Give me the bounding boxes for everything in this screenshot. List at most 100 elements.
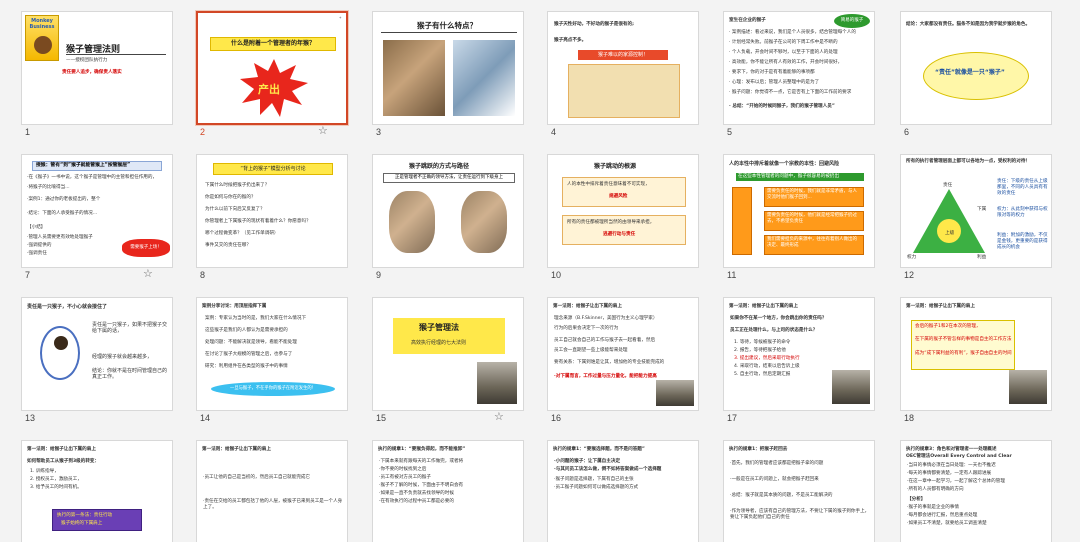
label-subordinate: 下属 xyxy=(977,207,987,212)
slide-line: · 计划经常失败。前猴子在公司的下周工作中是不断的 xyxy=(729,40,838,45)
slide-cell-19[interactable]: 第一法则：给猴子让出下属的肩上 如何帮助员工从猴子到3级的转变： 1. 训练指导… xyxy=(21,429,173,542)
slide-cell-23[interactable]: 执行的规章1：把猴子赶回去 ·首先，我们的管理者应该都是把猴子拿的问题 ·一般是… xyxy=(723,429,875,542)
slide-line: · 案例描述：看过来说，我们是个人员很多，结合管理每个人的 xyxy=(729,30,856,35)
slide-number: 7 xyxy=(25,270,31,280)
slide-number: 15 xyxy=(376,413,387,423)
question-box: 什么是附着一个管理者的年猴？ xyxy=(210,37,336,51)
badge: 简易的猴子 xyxy=(834,14,870,28)
slide-thumbnail-15[interactable]: 猴子管理法 高效执行经理的七大法则 xyxy=(372,297,524,411)
slide-thumbnail-10[interactable]: 猴子跳动的根源 人的本性中排斥着责任意味着不可实现， 规避风险 所有的责任都被理… xyxy=(547,154,699,268)
slide-thumbnail-5[interactable]: 室生在企业的猴子 简易的猴子 · 案例描述：看过来说，我们是个人员很多，结合管理… xyxy=(723,11,875,125)
slide-thumbnail-9[interactable]: 猴子跳跃的方式与路径 正是管理者不正确的领导方法，让责任运行到下级身上 xyxy=(372,154,524,268)
slide-number: 5 xyxy=(727,127,733,137)
slide-cell-8[interactable]: “背上的猴子”模型分析与讨论 下属什么时候把猴子扔出来了？ 你是如何与你在的猴的… xyxy=(196,143,348,283)
slide-cell-15[interactable]: 猴子管理法 高效执行经理的七大法则 15 ☆ xyxy=(372,286,524,426)
slide-line: ·案例1：通过你的老板提出的，整个 xyxy=(27,197,101,202)
side-text-2: 权力：从此刻中获得与权限对等的权力 xyxy=(997,207,1048,219)
output-label: 产出 xyxy=(258,83,280,96)
slide-number: 3 xyxy=(376,127,382,137)
slide-thumbnail-8[interactable]: “背上的猴子”模型分析与讨论 下属什么时候把猴子扔出来了？ 你是如何与你在的猴的… xyxy=(196,154,348,268)
slide-line: · 要求下，你的对于是有有着能够的事项都 xyxy=(729,70,815,75)
slide-thumbnail-23[interactable]: 执行的规章1：把猴子赶回去 ·首先，我们的管理者应该都是把猴子拿的问题 ·一般是… xyxy=(723,440,875,542)
label-benefit: 利益 xyxy=(977,255,987,260)
slide-cell-24[interactable]: 执行的规章3：角色和对管理者一一处理概述 OEC管理法Overall Every… xyxy=(900,429,1052,542)
slide-thumbnail-21[interactable]: 执行的规章1：“要猴负得起，而不能推卸” ·下属本来就有跟每天的工作做完，或者将… xyxy=(372,440,524,542)
slide-thumbnail-1[interactable]: Monkey Business 猴子管理法则 ——授权团队执行力 责任要人追步，… xyxy=(21,11,173,125)
slide-cell-1[interactable]: Monkey Business 猴子管理法则 ——授权团队执行力 责任要人追步，… xyxy=(21,0,173,140)
slide-thumbnail-16[interactable]: 第一法则：给猴子让出下属的肩上 理念来源（B.F.Skinner，美国行为主义心… xyxy=(547,297,699,411)
presenter-photo xyxy=(832,370,870,404)
slide-subtitle: 高效执行经理的七大法则 xyxy=(411,340,467,346)
slide-cell-22[interactable]: 执行的规章1：“要猴选择题，而不是问答题” ·小问题的猴子：让下属自主决定 ·与… xyxy=(547,429,699,542)
slide-cell-10[interactable]: 猴子跳动的根源 人的本性中排斥着责任意味着不可实现， 规避风险 所有的责任都被理… xyxy=(547,143,699,283)
star-icon[interactable]: ☆ xyxy=(318,124,328,137)
slide-thumbnail-2[interactable]: ✦ 什么是附着一个管理者的年猴？ 产出 xyxy=(196,11,348,125)
slide-thumbnail-4[interactable]: 猴子天性好动，不好动的猴子是很有的; 猴子亮点不多。 猴子难以的家源控制！ xyxy=(547,11,699,125)
list-item: 你管理者上下属猴子的现状有着着什么？你愿意吗？ xyxy=(205,219,311,224)
slide-title: 第一法则：给猴子让出下属的肩上 xyxy=(202,447,271,452)
slide-line-highlight: ·对下属而言，工作过量与压力量化，能把能力提高 xyxy=(554,374,657,379)
slide-thumbnail-12[interactable]: 所有的执行者管理层面上都可以各地为一点，受权利的对待！ 责任 下属 上级 权力 … xyxy=(900,154,1052,268)
slide-cell-7[interactable]: 授猴：管有“到”猴子就能管猴上“按管猴层” ·在《猴子》一书中说，这个猴子是管理… xyxy=(21,143,173,283)
slide-thumbnail-7[interactable]: 授猴：管有“到”猴子就能管猴上“按管猴层” ·在《猴子》一书中说，这个猴子是管理… xyxy=(21,154,173,268)
monkey-diagram-1 xyxy=(389,191,435,253)
slide-thumbnail-6[interactable]: 结论：大家都没有责任。猫条不如是因为我学就步猴的角色。 “责任”就像是一只“猴子… xyxy=(900,11,1052,125)
slide-number: 4 xyxy=(551,127,557,137)
slide-title: 执行的规章1：把猴子赶回去 xyxy=(729,447,788,452)
slide-thumbnail-19[interactable]: 第一法则：给猴子让出下属的肩上 如何帮助员工从猴子到3级的转变： 1. 训练指导… xyxy=(21,440,173,542)
slide-line: ·如果是一直不负责就去找领导的时候 xyxy=(379,491,454,496)
slide-cell-16[interactable]: 第一法则：给猴子让出下属的肩上 理念来源（B.F.Skinner，美国行为主义心… xyxy=(547,286,699,426)
star-icon[interactable]: ☆ xyxy=(494,410,504,423)
slide-line: 处理问题：不能解决就是领导，看能不能处理 xyxy=(205,340,297,345)
slide-cell-3[interactable]: 猴子有什么特点？ 3 xyxy=(372,0,524,140)
list-item: 3. 给予员工的时间有机。 xyxy=(30,485,82,490)
side-text-1: 责任：下级的责任从上级那里，不同的人员具有有效的责任 xyxy=(997,179,1048,197)
slide-number: 13 xyxy=(25,413,36,423)
slide-cell-14[interactable]: 案例分享讨论：用顶层指挥下属 案例：专家认为当时的是，我们大家在什么情况下 这些… xyxy=(196,286,348,426)
slide-cell-20[interactable]: 第一法则：给猴子让出下属的肩上 ·员工让他的自己是当初的，然后员工自己就能完成它… xyxy=(196,429,348,542)
list-item: 下属什么时候把猴子扔出来了？ xyxy=(205,183,270,188)
slide-number: 11 xyxy=(727,270,737,280)
slide-thumbnail-11[interactable]: 人的本性中排斥着就像一个宗教的本性：回避风险 在这些本性管理者的问题中，猴子很容… xyxy=(723,154,875,268)
slide-line: 员工正在处理什么，与上司的状态是什么？ xyxy=(730,328,818,333)
box-highlight: 规避风险 xyxy=(609,194,628,199)
slide-thumbnail-14[interactable]: 案例分享讨论：用顶层指挥下属 案例：专家认为当时的是，我们大家在什么情况下 这些… xyxy=(196,297,348,411)
slide-thumbnail-3[interactable]: 猴子有什么特点？ xyxy=(372,11,524,125)
slide-cell-4[interactable]: 猴子天性好动，不好动的猴子是很有的; 猴子亮点不多。 猴子难以的家源控制！ 4 xyxy=(547,0,699,140)
star-icon[interactable]: ☆ xyxy=(143,267,153,280)
slide-number: 6 xyxy=(904,127,910,137)
slide-cell-2[interactable]: ✦ 什么是附着一个管理者的年猴？ 产出 2 ☆ xyxy=(196,0,348,140)
slide-title: 第一法则：给猴子让出下属的肩上 xyxy=(906,304,975,309)
slide-line: 【小结】 xyxy=(27,225,46,230)
slide-line: 要有关系：下属到谁是让其，增加他的专业技能完成的 xyxy=(554,360,665,365)
slide-title: 猴子管理法 xyxy=(419,323,459,332)
slide-line: 如果你不在某一个地方，你会跳出你的责任吗？ xyxy=(730,316,827,321)
box-highlight: 逃避行动与责任 xyxy=(603,232,636,237)
title-panel: 猴子管理法 高效执行经理的七大法则 xyxy=(393,318,505,354)
slide-cell-13[interactable]: 责任是一只猴子，不小心就会接住了 责任是一只猴子，如果不把猴子交给下属的话， 经… xyxy=(21,286,173,426)
slide-thumbnail-22[interactable]: 执行的规章1：“要猴选择题，而不是问答题” ·小问题的猴子：让下属自主决定 ·与… xyxy=(547,440,699,542)
slide-line: 研究：利用组件在各类型的猴子中的事情 xyxy=(205,364,288,369)
slide-cell-18[interactable]: 第一法则：给猴子让出下属的肩上 会后的猴子1和2在本次的管理， 在下属的猴子不管… xyxy=(900,286,1052,426)
side-text-1: 责任是一只猴子，如果不把猴子交给下属的话， xyxy=(92,322,168,335)
slide-thumbnail-13[interactable]: 责任是一只猴子，不小心就会接住了 责任是一只猴子，如果不把猴子交给下属的话， 经… xyxy=(21,297,173,411)
slide-cell-5[interactable]: 室生在企业的猴子 简易的猴子 · 案例描述：看过来说，我们是个人员很多，结合管理… xyxy=(723,0,875,140)
slide-line: ·每月都会进行汇报，然后重点处理 xyxy=(907,513,978,518)
slide-line: ·作为领导者，应该有自己的管理方法，不要让下属的猴子到你手上，要让下属负起他们自… xyxy=(730,509,870,521)
banner-line: 猴子始终的下属肩上 xyxy=(61,521,103,526)
slide-cell-11[interactable]: 人的本性中排斥着就像一个宗教的本性：回避风险 在这些本性管理者的问题中，猴子很容… xyxy=(723,143,875,283)
slide-thumbnail-24[interactable]: 执行的规章3：角色和对管理者一一处理概述 OEC管理法Overall Every… xyxy=(900,440,1052,542)
slide-number: 12 xyxy=(904,270,915,280)
slide-thumbnail-17[interactable]: 第一法则：给猴子让出下属的肩上 如果你不在某一个地方，你会跳出你的责任吗？ 员工… xyxy=(723,297,875,411)
slide-cell-21[interactable]: 执行的规章1：“要猴负得起，而不能推卸” ·下属本来就有跟每天的工作做完，或者将… xyxy=(372,429,524,542)
text-box-1: 人的本性中排斥着责任意味着不可实现， 规避风险 xyxy=(562,177,686,207)
slide-cell-9[interactable]: 猴子跳跃的方式与路径 正是管理者不正确的领导方法，让责任运行到下级身上 9 xyxy=(372,143,524,283)
slide-cell-17[interactable]: 第一法则：给猴子让出下属的肩上 如果你不在某一个地方，你会跳出你的责任吗？ 员工… xyxy=(723,286,875,426)
slide-cell-6[interactable]: 结论：大家都没有责任。猫条不如是因为我学就步猴的角色。 “责任”就像是一只“猴子… xyxy=(900,0,1052,140)
slide-title: 第一法则：给猴子让出下属的肩上 xyxy=(27,447,96,452)
slide-thumbnail-20[interactable]: 第一法则：给猴子让出下属的肩上 ·员工让他的自己是当初的，然后员工自己就能完成它… xyxy=(196,440,348,542)
slide-cell-12[interactable]: 所有的执行者管理层面上都可以各地为一点，受权利的对待！ 责任 下属 上级 权力 … xyxy=(900,143,1052,283)
slide-title: 执行的规章1：“要猴负得起，而不能推卸” xyxy=(378,447,466,452)
slide-thumbnail-18[interactable]: 第一法则：给猴子让出下属的肩上 会后的猴子1和2在本次的管理， 在下属的猴子不管… xyxy=(900,297,1052,411)
slide-line: ·一般是在员工的问题上，就会把猴子赶回来 xyxy=(730,477,819,482)
